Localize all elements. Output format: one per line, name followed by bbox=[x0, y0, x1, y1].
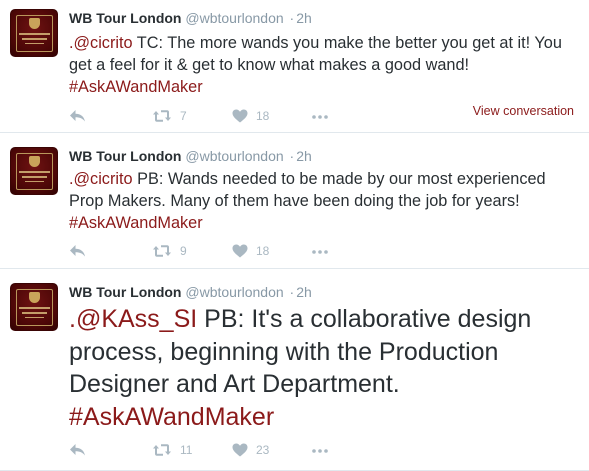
tweet-header: WB Tour London @wbtourlondon · 2h bbox=[69, 148, 312, 164]
avatar[interactable] bbox=[10, 147, 58, 195]
avatar-text-line bbox=[19, 171, 50, 173]
separator: · bbox=[289, 148, 295, 164]
avatar-text-line bbox=[25, 317, 44, 318]
like-count: 23 bbox=[256, 443, 270, 457]
avatar-text-line bbox=[19, 307, 50, 309]
more-dots-icon bbox=[312, 250, 328, 254]
tweet-text: .@cicrito TC: The more wands you make th… bbox=[69, 32, 575, 98]
mention-link[interactable]: .@cicrito bbox=[69, 34, 133, 52]
avatar-text-line bbox=[25, 43, 44, 44]
tweet-actions: 9 18 bbox=[69, 244, 399, 262]
like-count: 18 bbox=[256, 244, 270, 258]
retweet-count: 7 bbox=[180, 109, 187, 123]
author-name[interactable]: WB Tour London bbox=[69, 10, 181, 26]
tweet-text: .@cicrito PB: Wands needed to be made by… bbox=[69, 168, 575, 234]
retweet-icon bbox=[153, 444, 171, 456]
like-button[interactable]: 18 bbox=[232, 109, 269, 123]
author-name[interactable]: WB Tour London bbox=[69, 148, 181, 164]
heart-icon bbox=[232, 109, 248, 123]
reply-button[interactable] bbox=[69, 443, 86, 457]
timestamp[interactable]: 2h bbox=[296, 10, 312, 26]
tweet-body: TC: The more wands you make the better y… bbox=[69, 34, 562, 74]
wb-shield-icon bbox=[29, 18, 40, 29]
reply-icon bbox=[70, 110, 85, 122]
retweet-button[interactable]: 7 bbox=[152, 109, 187, 123]
reply-icon bbox=[70, 245, 85, 257]
more-dots-icon bbox=[312, 115, 328, 119]
wb-shield-icon bbox=[29, 156, 40, 167]
author-handle[interactable]: @wbtourlondon bbox=[185, 284, 283, 300]
retweet-icon bbox=[153, 110, 171, 122]
reply-button[interactable] bbox=[69, 109, 86, 123]
tweet-body: PB: Wands needed to be made by our most … bbox=[69, 170, 546, 210]
avatar-text-line bbox=[25, 181, 44, 182]
avatar-text-line bbox=[22, 38, 47, 40]
separator: · bbox=[289, 10, 295, 26]
like-count: 18 bbox=[256, 109, 270, 123]
retweet-button[interactable]: 9 bbox=[152, 244, 187, 258]
tweet[interactable]: WB Tour London @wbtourlondon · 2h .@cicri… bbox=[0, 0, 589, 133]
reply-icon bbox=[70, 444, 85, 456]
reply-button[interactable] bbox=[69, 244, 86, 258]
retweet-count: 9 bbox=[180, 244, 187, 258]
tweet-header: WB Tour London @wbtourlondon · 2h bbox=[69, 10, 312, 26]
avatar-text-line bbox=[22, 312, 47, 314]
like-button[interactable]: 18 bbox=[232, 244, 269, 258]
timestamp[interactable]: 2h bbox=[296, 284, 312, 300]
author-handle[interactable]: @wbtourlondon bbox=[185, 10, 283, 26]
retweet-count: 11 bbox=[180, 443, 193, 457]
tweet-text: .@KAss_SI PB: It's a collaborative desig… bbox=[69, 303, 575, 433]
retweet-icon bbox=[153, 245, 171, 257]
avatar-text-line bbox=[22, 176, 47, 178]
wb-shield-icon bbox=[29, 292, 40, 303]
hashtag-link[interactable]: #AskAWandMaker bbox=[69, 78, 203, 96]
heart-icon bbox=[232, 443, 248, 457]
heart-icon bbox=[232, 244, 248, 258]
mention-link[interactable]: .@cicrito bbox=[69, 170, 133, 188]
tweet[interactable]: WB Tour London @wbtourlondon · 2h .@cicri… bbox=[0, 134, 589, 269]
hashtag-link[interactable]: #AskAWandMaker bbox=[69, 403, 274, 431]
separator: · bbox=[289, 284, 295, 300]
avatar[interactable] bbox=[10, 9, 58, 57]
more-button[interactable] bbox=[311, 443, 329, 457]
avatar[interactable] bbox=[10, 283, 58, 331]
more-button[interactable] bbox=[311, 109, 329, 123]
hashtag-link[interactable]: #AskAWandMaker bbox=[69, 214, 203, 232]
like-button[interactable]: 23 bbox=[232, 443, 269, 457]
tweet[interactable]: WB Tour London @wbtourlondon · 2h .@KAss_… bbox=[0, 270, 589, 471]
mention-link[interactable]: .@KAss_SI bbox=[69, 305, 197, 333]
tweet-header: WB Tour London @wbtourlondon · 2h bbox=[69, 284, 312, 300]
more-dots-icon bbox=[312, 449, 328, 453]
tweet-actions: 11 23 bbox=[69, 443, 399, 461]
more-button[interactable] bbox=[311, 244, 329, 258]
view-conversation-link[interactable]: View conversation bbox=[473, 104, 574, 118]
tweet-actions: 7 18 bbox=[69, 109, 399, 127]
retweet-button[interactable]: 11 bbox=[152, 443, 192, 457]
author-handle[interactable]: @wbtourlondon bbox=[185, 148, 283, 164]
timestamp[interactable]: 2h bbox=[296, 148, 312, 164]
avatar-text-line bbox=[19, 33, 50, 35]
author-name[interactable]: WB Tour London bbox=[69, 284, 181, 300]
